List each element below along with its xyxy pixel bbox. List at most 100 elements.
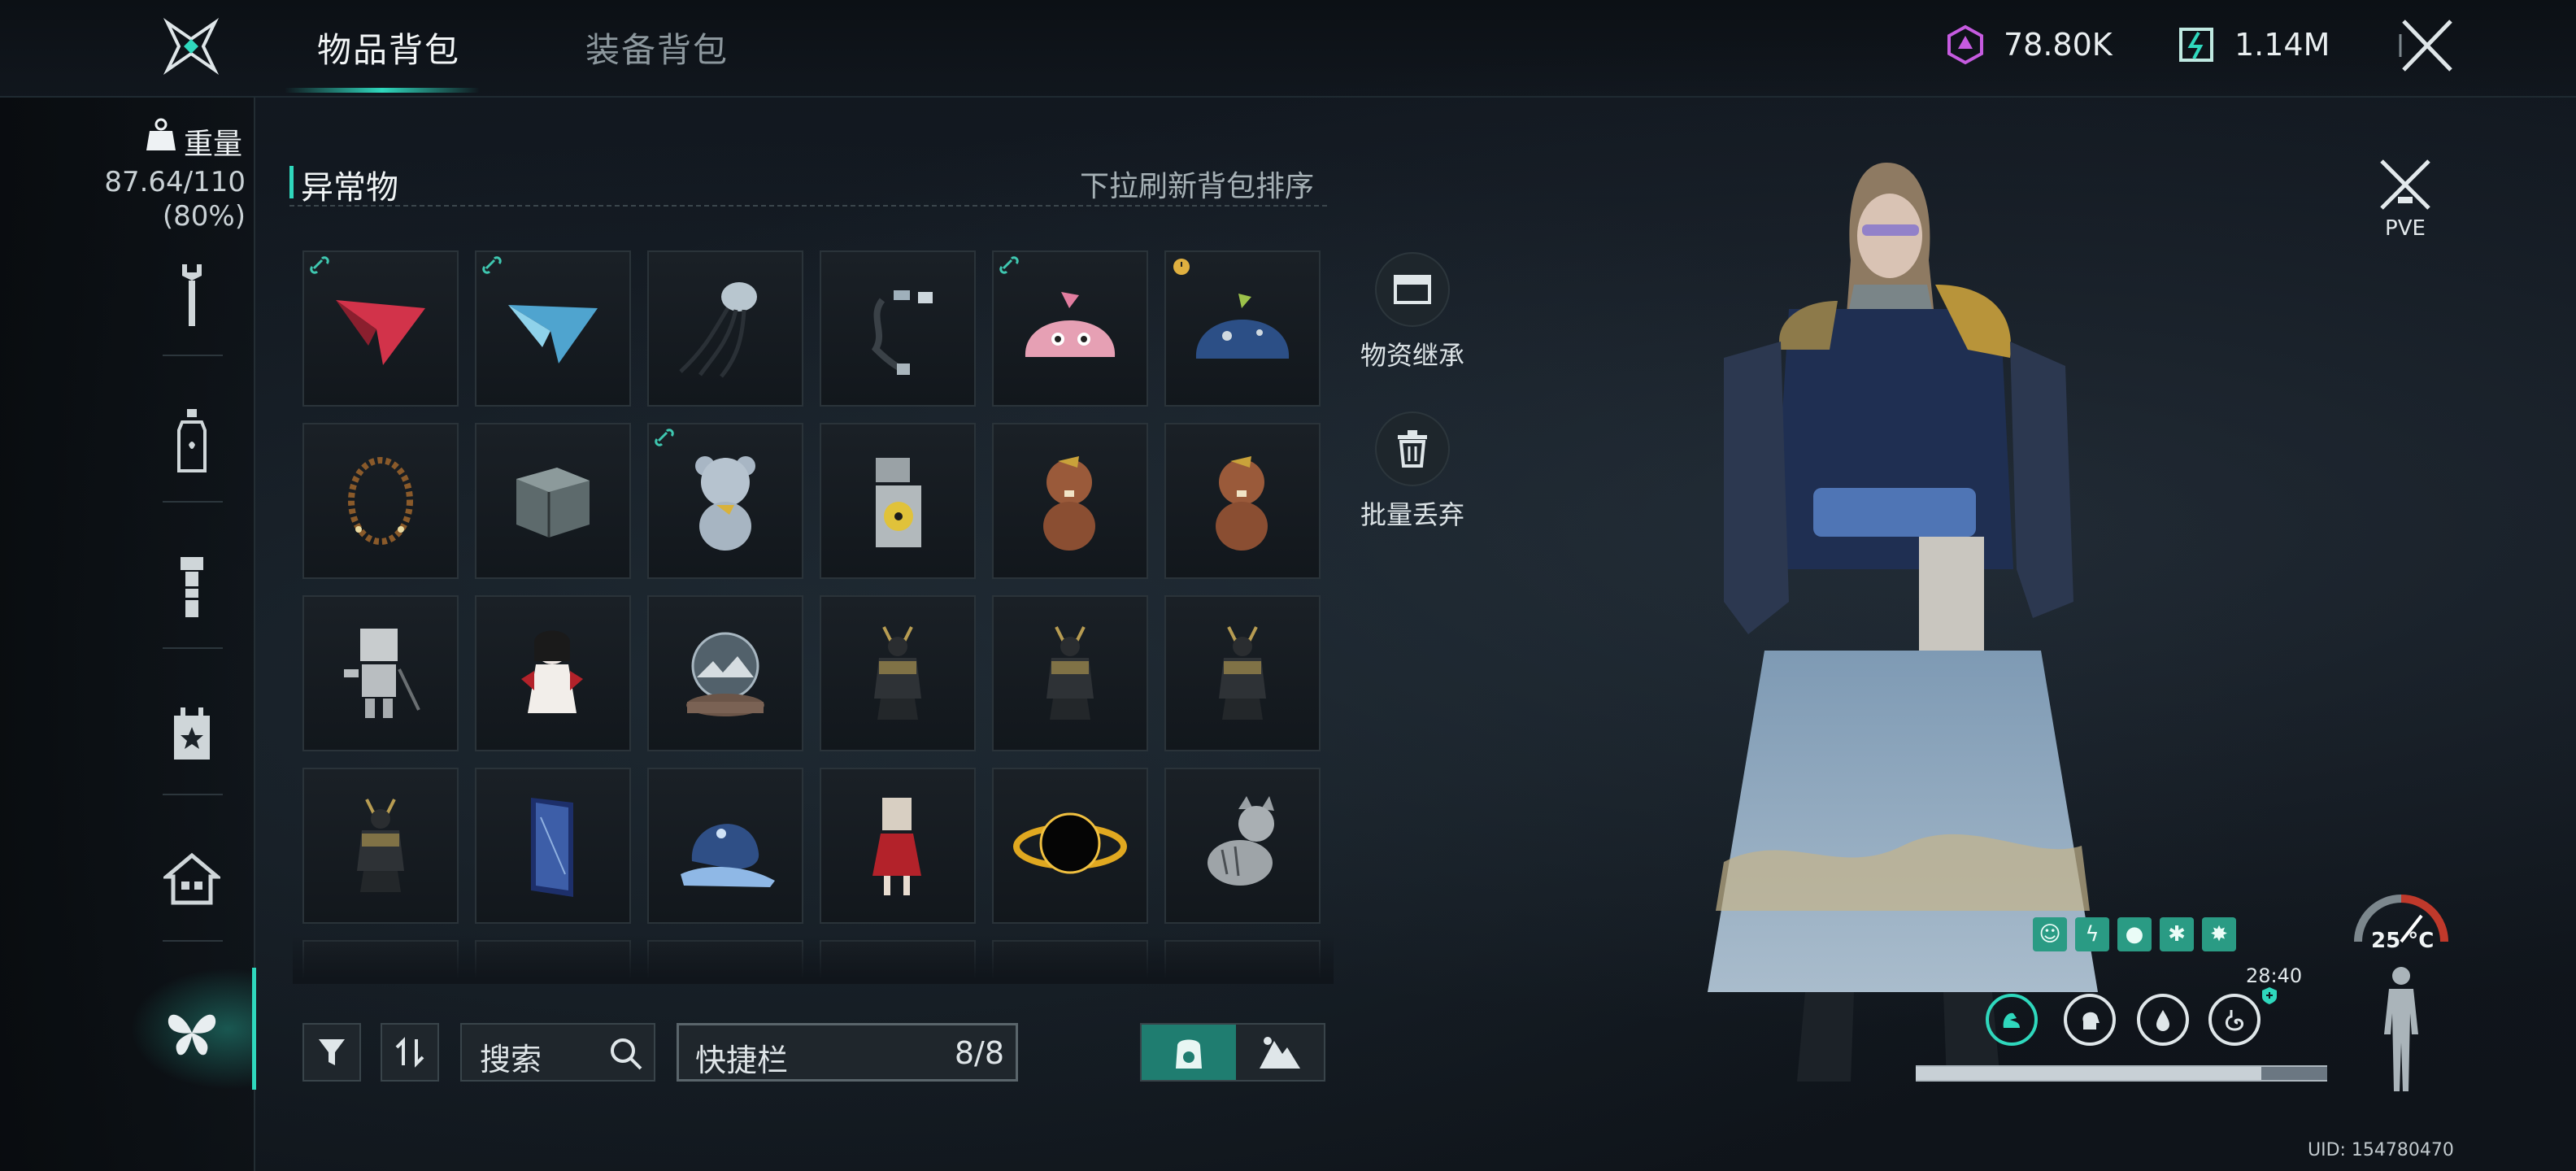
inventory-slot[interactable] <box>820 250 976 407</box>
inventory-slot[interactable] <box>475 250 631 407</box>
stomach-icon <box>2226 1010 2243 1031</box>
inventory-slot[interactable] <box>475 423 631 579</box>
pve-mode-button[interactable]: PVE <box>2373 156 2438 241</box>
tab-equipment-bag[interactable]: 装备背包 <box>585 23 729 72</box>
inventory-slot[interactable] <box>1164 595 1321 751</box>
head-icon <box>2082 1012 2100 1030</box>
sidebar-item-tools[interactable] <box>159 259 224 332</box>
active-tab-indicator <box>285 88 480 93</box>
sidebar-item-equipment[interactable] <box>159 551 224 625</box>
toggle-scene-view[interactable] <box>1236 1025 1324 1080</box>
weight-icon <box>146 118 176 150</box>
temperature-value: 25 °C <box>2371 929 2435 953</box>
timer-icon <box>1173 259 1190 275</box>
link-icon <box>655 429 674 446</box>
refresh-sort-hint: 下拉刷新背包排序 <box>1080 170 1315 203</box>
lung-icon[interactable]: ϟ <box>2075 917 2109 951</box>
flashlight-icon <box>181 557 203 617</box>
sidebar-item-anomalies[interactable] <box>159 997 224 1070</box>
drop-icon[interactable]: ● <box>2117 917 2152 951</box>
sort-icon <box>395 1037 424 1068</box>
body-status-icon[interactable] <box>2376 964 2426 1095</box>
knit-bear-icon <box>695 456 755 551</box>
inventory-slot[interactable] <box>302 423 459 579</box>
inherit-supplies-button[interactable]: 物资继承 <box>1360 252 1465 372</box>
radiation-lighter-icon <box>876 458 921 547</box>
inventory-slot[interactable] <box>992 768 1148 924</box>
inventory-slot[interactable] <box>475 595 631 751</box>
status-effects: ☺ ϟ ● ✱ ✸ <box>2033 917 2236 951</box>
game-logo-icon[interactable] <box>163 18 220 75</box>
inventory-slot[interactable] <box>302 250 459 407</box>
toggle-backpack-view[interactable] <box>1142 1025 1236 1080</box>
red-paper-plane-icon <box>336 300 425 365</box>
quickbar-count: 8/8 <box>954 1035 1004 1071</box>
black-hole-icon <box>1013 812 1127 874</box>
vital-strength[interactable] <box>1986 994 2038 1046</box>
star-box-icon <box>174 707 210 760</box>
weight-percent: (80%) <box>162 200 246 233</box>
inventory-slot[interactable] <box>820 768 976 924</box>
teal-energy-icon <box>2179 28 2213 62</box>
sidebar-item-home[interactable] <box>159 842 224 916</box>
paper-bag-doll-icon <box>872 798 921 895</box>
cat-icon[interactable]: ☺ <box>2033 917 2067 951</box>
filter-button[interactable] <box>302 1023 361 1082</box>
inherit-button-circle <box>1375 252 1450 327</box>
sidebar-item-consumables[interactable] <box>159 403 224 477</box>
inventory-grid <box>302 250 1327 982</box>
inventory-slot[interactable] <box>820 595 976 751</box>
close-icon[interactable] <box>2397 15 2457 76</box>
currency-energy: 1.14M <box>2176 24 2330 65</box>
bead-necklace-icon <box>348 457 413 545</box>
butterfly-icon <box>168 1014 216 1056</box>
bug-icon[interactable]: ✱ <box>2160 917 2194 951</box>
bottle-icon <box>177 409 207 472</box>
purple-crystal-icon <box>1947 24 1983 65</box>
inventory-slot[interactable] <box>302 768 459 924</box>
section-accent <box>289 166 294 198</box>
inventory-slot[interactable] <box>820 423 976 579</box>
pink-slime-icon <box>1025 292 1116 357</box>
weight-label: 重量 <box>184 128 243 161</box>
vital-hydration[interactable] <box>2137 994 2189 1046</box>
tab-item-bag[interactable]: 物品背包 <box>317 23 460 72</box>
vital-hunger[interactable] <box>2208 994 2261 1046</box>
character-model[interactable] <box>1691 146 2114 1163</box>
inventory-slot[interactable] <box>1164 250 1321 407</box>
shield-plus-icon <box>2262 987 2277 1004</box>
inventory-slot[interactable] <box>647 768 803 924</box>
inventory-slot[interactable] <box>302 595 459 751</box>
burst-icon[interactable]: ✸ <box>2202 917 2236 951</box>
jellyfish-icon <box>679 282 757 378</box>
water-icon <box>2156 1010 2169 1031</box>
snow-globe-icon <box>686 632 764 716</box>
quickbar-label: 快捷栏 <box>695 1043 789 1078</box>
search-icon <box>611 1038 642 1070</box>
search-input[interactable]: 搜索 <box>460 1023 655 1082</box>
inventory-slot[interactable] <box>647 595 803 751</box>
inventory-slot[interactable] <box>992 423 1148 579</box>
backpack-icon <box>1176 1039 1202 1069</box>
currency-crystal: 78.80K <box>1945 24 2113 65</box>
inventory-slot[interactable] <box>992 250 1148 407</box>
bulk-discard-button[interactable]: 批量丢弃 <box>1360 411 1465 532</box>
sidebar-divider <box>163 794 223 795</box>
link-icon <box>999 256 1019 274</box>
inventory-slot[interactable] <box>647 250 803 407</box>
sidebar-item-collectibles[interactable] <box>159 698 224 771</box>
inventory-slot[interactable] <box>1164 423 1321 579</box>
mirror-door-icon <box>531 798 573 897</box>
quickbar-button[interactable]: 快捷栏 8/8 <box>677 1023 1018 1082</box>
user-id: UID: 154780470 <box>2308 1140 2454 1160</box>
red-doll-icon <box>521 630 583 713</box>
inventory-slot[interactable] <box>1164 768 1321 924</box>
top-bar: 物品背包 装备背包 78.80K 1.14M <box>0 0 2576 98</box>
inventory-slot[interactable] <box>992 595 1148 751</box>
inventory-slot[interactable] <box>475 768 631 924</box>
inventory-slot[interactable] <box>647 423 803 579</box>
crystal-amount: 78.80K <box>2004 27 2113 63</box>
vital-mental[interactable] <box>2064 994 2116 1046</box>
samurai-armor-icon <box>1219 626 1266 720</box>
sort-button[interactable] <box>381 1023 439 1082</box>
